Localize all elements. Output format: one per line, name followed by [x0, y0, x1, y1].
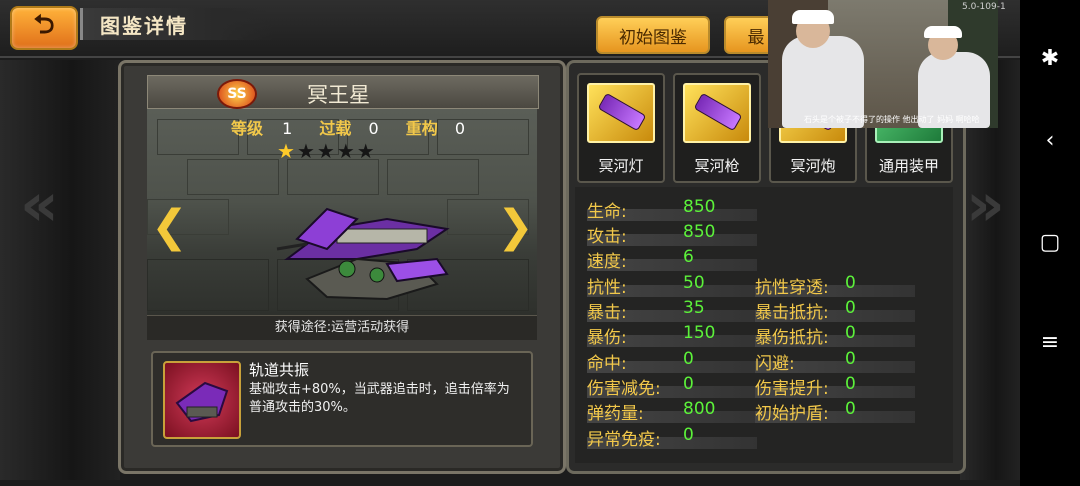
- stat-row: 抗性穿透: 0: [755, 273, 945, 298]
- chevron-left-icon: ❮: [151, 201, 188, 252]
- stat-value: 0: [683, 425, 694, 445]
- stat-label: 抗性穿透:: [755, 278, 829, 298]
- unit-panel: SS 冥王星 等级 1 过载 0 重构 0 ★★★★★ ❮ ❯ 获得途径:运营活…: [118, 60, 566, 474]
- stat-label: 抗性:: [587, 278, 627, 298]
- stat-value: 0: [845, 298, 856, 318]
- tab-initial-codex[interactable]: 初始图鉴: [596, 16, 710, 54]
- stat-label: 生命:: [587, 202, 627, 222]
- stat-row: 攻击: 850: [587, 222, 757, 247]
- skill-icon: [163, 361, 241, 439]
- rebuild-label: 重构: [405, 119, 438, 138]
- stat-label: 暴击抵抗:: [755, 303, 829, 323]
- stat-row: 异常免疫: 0: [587, 425, 757, 450]
- next-unit-button[interactable]: ❯: [497, 199, 534, 255]
- page-title: 图鉴详情: [100, 14, 188, 38]
- stat-label: 速度:: [587, 252, 627, 272]
- level-value: 1: [282, 119, 293, 138]
- unit-name: 冥王星: [307, 83, 370, 107]
- stat-value: 6: [683, 247, 694, 267]
- weapon-2-label: 冥河枪: [694, 157, 740, 175]
- stat-row: 暴击抵抗: 0: [755, 298, 945, 323]
- nav-menu-icon[interactable]: ≡: [1020, 330, 1080, 355]
- stat-value: 35: [683, 298, 705, 318]
- stat-value: 800: [683, 399, 716, 419]
- overload-label: 过载: [319, 119, 352, 138]
- stat-value: 0: [845, 323, 856, 343]
- star-rating: ★★★★★: [277, 139, 377, 163]
- stat-label: 闪避:: [755, 354, 795, 374]
- stat-value: 0: [845, 349, 856, 369]
- skill-description: 基础攻击+80%，当武器追击时，追击倍率为普通攻击的30%。: [249, 382, 510, 415]
- stat-value: 50: [683, 273, 705, 293]
- unit-model-image: [276, 207, 450, 301]
- accessibility-icon[interactable]: ✱: [1020, 46, 1080, 71]
- stat-row: 抗性: 50: [587, 273, 757, 298]
- stat-label: 弹药量:: [587, 404, 644, 424]
- weapon-1-icon: [587, 83, 655, 143]
- level-row: 等级 1 过载 0 重构 0: [231, 115, 465, 139]
- stat-row: 闪避: 0: [755, 349, 945, 374]
- star-empty-icon: ★: [296, 139, 317, 163]
- stats-grid: 生命: 850 攻击: 850 速度: 6 抗性: 50 暴击: 35 暴伤: …: [575, 187, 953, 463]
- stat-row: 速度: 6: [587, 247, 757, 272]
- weapon-2-icon: [683, 83, 751, 143]
- stat-value: 0: [845, 273, 856, 293]
- stat-row: 伤害减免: 0: [587, 374, 757, 399]
- star-empty-icon: ★: [336, 139, 357, 163]
- weapon-1-label: 冥河灯: [598, 157, 644, 175]
- rank-badge: SS: [217, 79, 257, 109]
- prev-unit-button[interactable]: ❮: [151, 199, 188, 255]
- stat-label: 暴伤:: [587, 328, 627, 348]
- stat-row: 弹药量: 800: [587, 399, 757, 424]
- weapon-4-label: 通用装甲: [878, 157, 939, 175]
- star-empty-icon: ★: [356, 139, 377, 163]
- star-empty-icon: ★: [316, 139, 337, 163]
- stat-value: 0: [683, 374, 694, 394]
- system-nav-bar: ✱ ‹ ▢ ≡: [1020, 0, 1080, 486]
- nav-home-icon[interactable]: ▢: [1020, 230, 1080, 255]
- stat-label: 初始护盾:: [755, 404, 829, 424]
- weapon-3-label: 冥河炮: [790, 157, 836, 175]
- stat-value: 0: [683, 349, 694, 369]
- rebuild-value: 0: [454, 119, 466, 138]
- stat-value: 850: [683, 197, 716, 217]
- star-filled-icon: ★: [277, 139, 297, 163]
- video-corner-text: 5.0-109-1: [962, 2, 1006, 12]
- level-label: 等级: [231, 119, 264, 138]
- weapon-slot-2[interactable]: 冥河枪: [673, 73, 761, 183]
- stat-row: 生命: 850: [587, 197, 757, 222]
- chevron-right-icon: ❯: [497, 201, 534, 252]
- stat-value: 0: [845, 399, 856, 419]
- stat-label: 攻击:: [587, 227, 627, 247]
- decor-chevron-icon: «: [20, 170, 59, 240]
- stat-value: 850: [683, 222, 716, 242]
- stat-value: 0: [845, 374, 856, 394]
- stat-row: 暴击: 35: [587, 298, 757, 323]
- stat-row: 伤害提升: 0: [755, 374, 945, 399]
- overload-value: 0: [368, 119, 379, 138]
- stat-row: 初始护盾: 0: [755, 399, 945, 424]
- skill-title: 轨道共振: [249, 361, 310, 379]
- acquisition-source: 获得途径:运营活动获得: [147, 315, 537, 340]
- back-button[interactable]: ⮌: [10, 6, 78, 50]
- skill-card[interactable]: 轨道共振 基础攻击+80%，当武器追击时，追击倍率为普通攻击的30%。: [151, 351, 533, 447]
- stat-label: 命中:: [587, 354, 627, 374]
- stat-label: 暴击:: [587, 303, 627, 323]
- stat-label: 异常免疫:: [587, 430, 661, 450]
- video-overlay[interactable]: 石头是个被子不得了的操作 他出动了 妈妈 啊哈哈: [768, 0, 998, 128]
- stat-row: 暴伤: 150: [587, 323, 757, 348]
- back-arrow-icon: ⮌: [33, 10, 55, 40]
- stat-label: 伤害减免:: [587, 379, 661, 399]
- stat-row: 暴伤抵抗: 0: [755, 323, 945, 348]
- stat-value: 150: [683, 323, 716, 343]
- stat-label: 暴伤抵抗:: [755, 328, 829, 348]
- video-caption: 石头是个被子不得了的操作 他出动了 妈妈 啊哈哈: [804, 115, 980, 124]
- decor-chevron-icon: »: [966, 170, 1005, 240]
- background-left: «: [0, 60, 120, 480]
- stat-label: 伤害提升:: [755, 379, 829, 399]
- nav-back-icon[interactable]: ‹: [1020, 128, 1080, 153]
- stat-row: 命中: 0: [587, 349, 757, 374]
- weapon-slot-1[interactable]: 冥河灯: [577, 73, 665, 183]
